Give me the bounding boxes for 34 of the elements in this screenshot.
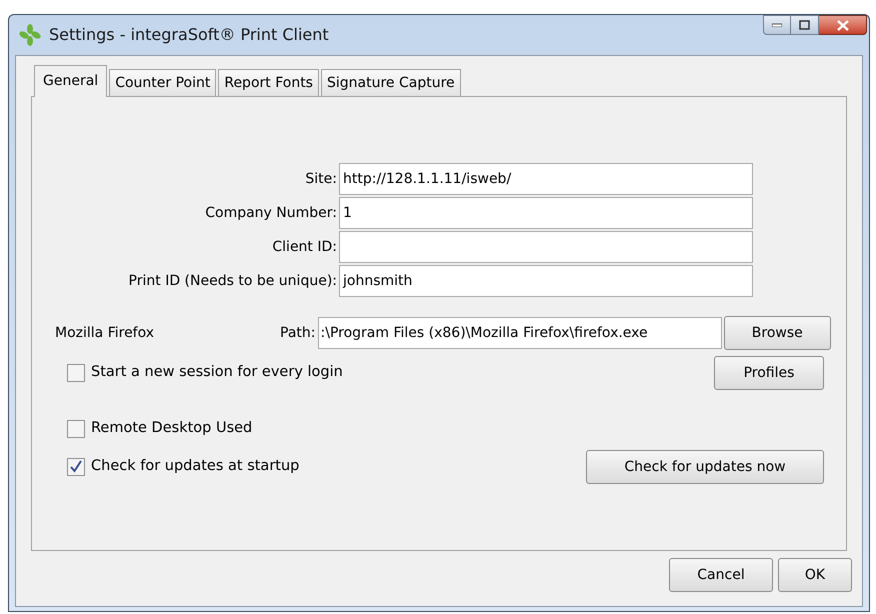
field-label: Site: xyxy=(304,170,337,188)
minimize-button[interactable] xyxy=(763,15,791,35)
field-label: Print ID (Needs to be unique): xyxy=(128,272,337,290)
profiles-button[interactable]: Profiles xyxy=(714,356,824,390)
tab[interactable]: Report Fonts xyxy=(218,69,319,96)
tab[interactable]: Signature Capture xyxy=(320,69,461,96)
checkbox[interactable] xyxy=(67,458,85,476)
app-icon xyxy=(19,24,41,46)
field-label: Path: xyxy=(279,324,316,342)
path-field[interactable]: :\Program Files (x86)\Mozilla Firefox\firefox.exe xyxy=(318,317,722,349)
browser-name: Mozilla Firefox xyxy=(54,324,156,342)
checkbox[interactable] xyxy=(67,420,85,438)
field-label: Company Number: xyxy=(204,204,337,222)
field-label: Client ID: xyxy=(271,238,337,256)
maximize-button[interactable] xyxy=(791,15,819,35)
tab[interactable]: Counter Point xyxy=(109,69,216,96)
cancel-button[interactable]: Cancel xyxy=(669,558,773,592)
checkbox-label: Remote Desktop Used xyxy=(91,419,252,438)
check-updates-button[interactable]: Check for updates now xyxy=(586,450,824,484)
maximize-icon xyxy=(799,20,810,30)
input-field[interactable]: 1 xyxy=(339,197,753,229)
tab[interactable]: General xyxy=(34,65,108,97)
close-button[interactable] xyxy=(819,15,867,35)
input-field[interactable] xyxy=(339,231,753,263)
ok-button[interactable]: OK xyxy=(778,558,852,592)
input-field[interactable]: http://128.1.1.11/isweb/ xyxy=(339,163,753,195)
window-title: Settings - integraSoft® Print Client xyxy=(49,24,329,46)
input-field[interactable]: johnsmith xyxy=(339,265,753,297)
minimize-icon xyxy=(772,23,782,27)
checkbox-label: Check for updates at startup xyxy=(91,457,300,476)
close-icon xyxy=(836,20,848,30)
browse-button[interactable]: Browse xyxy=(724,316,831,350)
checkbox-label: Start a new session for every login xyxy=(91,363,343,382)
checkbox[interactable] xyxy=(67,364,85,382)
